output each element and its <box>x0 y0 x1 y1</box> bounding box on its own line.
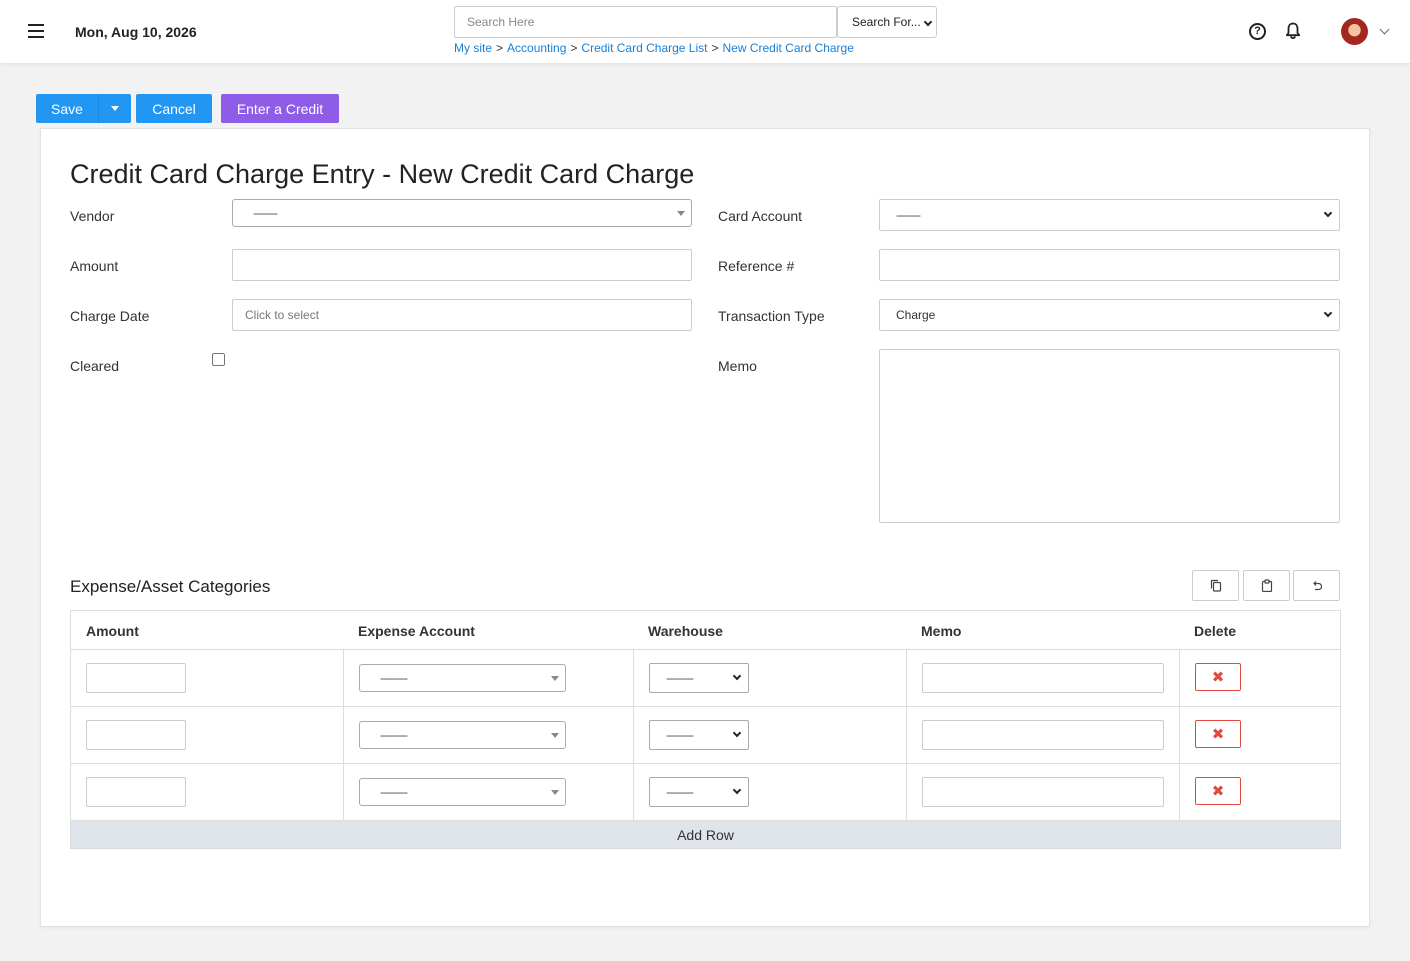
caret-down-icon <box>551 790 559 795</box>
delete-row-button[interactable]: ✖ <box>1195 720 1241 748</box>
transaction-type-label: Transaction Type <box>718 308 825 324</box>
categories-title: Expense/Asset Categories <box>70 577 271 596</box>
clipboard-icon <box>1261 579 1272 592</box>
paste-button[interactable] <box>1243 570 1290 601</box>
chevron-down-icon <box>732 785 742 795</box>
table-row: --------- --------- ✖ <box>70 764 1341 821</box>
breadcrumb-separator: > <box>496 41 504 55</box>
row-memo-input[interactable] <box>922 777 1164 807</box>
amount-label: Amount <box>70 258 119 274</box>
charge-date-input[interactable]: Click to select <box>232 299 692 331</box>
vendor-select[interactable]: -------- <box>232 199 692 227</box>
breadcrumb-my-site[interactable]: My site <box>454 41 492 55</box>
breadcrumb-separator: > <box>570 41 578 55</box>
row-expense-account-select[interactable]: --------- <box>359 778 566 806</box>
help-icon[interactable]: ? <box>1249 23 1266 40</box>
table-row: --------- --------- ✖ <box>70 650 1341 707</box>
breadcrumb-separator: > <box>711 41 719 55</box>
row-warehouse-value: --------- <box>666 785 694 799</box>
menu-icon[interactable] <box>28 24 44 38</box>
caret-down-icon <box>677 211 685 216</box>
caret-down-icon <box>551 733 559 738</box>
row-warehouse-select[interactable]: --------- <box>649 663 749 693</box>
card-account-select[interactable]: -------- <box>879 199 1340 231</box>
close-icon: ✖ <box>1211 783 1225 800</box>
copy-button[interactable] <box>1192 570 1239 601</box>
vendor-value: -------- <box>253 206 278 220</box>
table-header: Amount Expense Account Warehouse Memo De… <box>70 610 1341 650</box>
row-expense-account-value: --------- <box>380 671 408 685</box>
row-amount-input[interactable] <box>86 777 186 807</box>
column-header-delete: Delete <box>1194 623 1237 639</box>
close-icon: ✖ <box>1211 726 1225 743</box>
reference-label: Reference # <box>718 258 795 274</box>
memo-label: Memo <box>718 358 757 374</box>
amount-input[interactable] <box>232 249 692 281</box>
column-header-warehouse: Warehouse <box>648 623 723 639</box>
chevron-down-icon[interactable] <box>1379 24 1390 35</box>
copy-icon <box>1210 579 1221 592</box>
save-button[interactable]: Save <box>36 94 98 123</box>
row-memo-input[interactable] <box>922 663 1164 693</box>
row-warehouse-value: --------- <box>666 671 694 685</box>
current-date: Mon, Aug 10, 2026 <box>75 24 197 40</box>
form-card: Credit Card Charge Entry - New Credit Ca… <box>40 128 1370 927</box>
breadcrumb-new-credit-card-charge[interactable]: New Credit Card Charge <box>723 41 854 55</box>
row-expense-account-select[interactable]: --------- <box>359 721 566 749</box>
chevron-down-icon <box>1323 308 1333 318</box>
breadcrumb-accounting[interactable]: Accounting <box>507 41 566 55</box>
chevron-down-icon <box>1323 208 1333 218</box>
bell-icon[interactable] <box>1285 22 1301 40</box>
column-header-memo: Memo <box>921 623 962 639</box>
search-input[interactable] <box>454 6 837 38</box>
close-icon: ✖ <box>1211 669 1225 686</box>
undo-icon <box>1312 580 1322 590</box>
column-header-expense-account: Expense Account <box>358 623 475 639</box>
row-expense-account-value: --------- <box>380 785 408 799</box>
table-row: --------- --------- ✖ <box>70 707 1341 764</box>
cleared-label: Cleared <box>70 358 120 374</box>
add-row-button[interactable]: Add Row <box>70 821 1341 849</box>
memo-textarea[interactable] <box>879 349 1340 523</box>
row-amount-input[interactable] <box>86 720 186 750</box>
breadcrumb: My site > Accounting > Credit Card Charge Li… <box>454 41 854 55</box>
undo-button[interactable] <box>1293 570 1340 601</box>
breadcrumb-credit-card-charge-list[interactable]: Credit Card Charge List <box>581 41 707 55</box>
avatar[interactable] <box>1341 18 1368 45</box>
caret-down-icon <box>551 676 559 681</box>
card-account-value: -------- <box>896 208 921 222</box>
row-expense-account-value: --------- <box>380 728 408 742</box>
delete-row-button[interactable]: ✖ <box>1195 663 1241 691</box>
top-bar: Mon, Aug 10, 2026 Search For... My site >… <box>0 0 1410 63</box>
transaction-type-select[interactable]: Charge <box>879 299 1340 331</box>
save-dropdown-button[interactable] <box>98 94 131 123</box>
search-for-label: Search For... <box>852 15 921 29</box>
page-title: Credit Card Charge Entry - New Credit Ca… <box>70 159 695 189</box>
categories-table: Amount Expense Account Warehouse Memo De… <box>70 610 1341 849</box>
row-amount-input[interactable] <box>86 663 186 693</box>
row-warehouse-value: --------- <box>666 728 694 742</box>
transaction-type-value: Charge <box>896 308 936 322</box>
row-warehouse-select[interactable]: --------- <box>649 720 749 750</box>
chevron-down-icon <box>732 728 742 738</box>
row-warehouse-select[interactable]: --------- <box>649 777 749 807</box>
chevron-down-icon <box>732 671 742 681</box>
charge-date-placeholder: Click to select <box>245 308 320 322</box>
cleared-checkbox[interactable] <box>212 353 225 366</box>
vendor-label: Vendor <box>70 208 115 224</box>
chevron-down-icon <box>923 17 933 27</box>
search-for-select[interactable]: Search For... <box>837 6 937 38</box>
column-header-amount: Amount <box>86 623 139 639</box>
reference-input[interactable] <box>879 249 1340 281</box>
caret-down-icon <box>111 106 119 111</box>
card-account-label: Card Account <box>718 208 803 224</box>
row-expense-account-select[interactable]: --------- <box>359 664 566 692</box>
enter-credit-button[interactable]: Enter a Credit <box>221 94 339 123</box>
charge-date-label: Charge Date <box>70 308 150 324</box>
row-memo-input[interactable] <box>922 720 1164 750</box>
cancel-button[interactable]: Cancel <box>136 94 212 123</box>
delete-row-button[interactable]: ✖ <box>1195 777 1241 805</box>
